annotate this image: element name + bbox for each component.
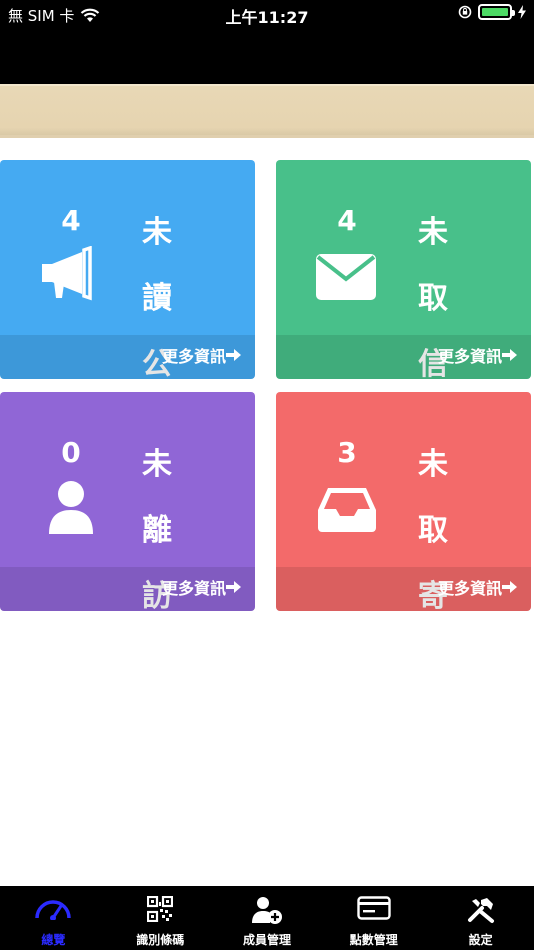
tab-points[interactable]: 點數管理 [320,886,427,950]
more-info-link[interactable]: 更多資訊 [276,567,531,611]
tab-bar: 總覽 識別條碼 成員管理 點數管理 設定 [0,886,534,950]
more-info-label: 更多資訊 [161,347,226,366]
tab-members[interactable]: 成員管理 [214,886,321,950]
credit-card-icon [357,896,391,920]
banner [0,84,534,138]
status-time: 上午11:27 [225,8,309,27]
card-count: 4 [337,204,357,237]
home-screen: 無 SIM 卡 上午11:27 4 未讀公 更多資訊 4 未取信 更多資訊 0 … [0,0,534,950]
more-info-label: 更多資訊 [437,579,502,598]
add-user-icon [251,897,282,924]
more-info-link[interactable]: 更多資訊 [276,335,531,379]
more-info-link[interactable]: 更多資訊 [0,335,255,379]
tab-label: 設定 [468,933,493,947]
status-bar: 無 SIM 卡 上午11:27 [0,0,534,28]
arrow-right-icon [502,581,517,593]
tab-label: 點數管理 [349,933,398,947]
megaphone-icon [42,246,92,301]
tools-icon [467,898,494,923]
tab-label: 成員管理 [242,933,291,947]
more-info-label: 更多資訊 [161,579,226,598]
status-right [458,4,526,20]
top-bar: 無 SIM 卡 上午11:27 [0,0,534,84]
tab-settings[interactable]: 設定 [427,886,534,950]
arrow-right-icon [226,581,241,593]
tab-label: 總覽 [41,933,66,947]
dashboard-gauge-icon [35,900,72,920]
battery-icon [478,4,515,20]
more-info-link[interactable]: 更多資訊 [0,567,255,611]
card-uncollected-letters[interactable]: 4 未取信件 更多資訊 [276,160,531,379]
charging-bolt-icon [518,5,526,19]
tab-label: 識別條碼 [136,933,185,947]
card-count: 0 [61,436,81,469]
inbox-tray-icon [318,488,376,532]
card-unleft-visitors[interactable]: 0 未離訪客 更多資訊 [0,392,255,611]
arrow-right-icon [502,349,517,361]
card-count: 4 [61,204,81,237]
more-info-label: 更多資訊 [437,347,502,366]
tab-barcode[interactable]: 識別條碼 [107,886,214,950]
card-uncollected-parcels[interactable]: 3 未取寄物 更多資訊 [276,392,531,611]
person-icon [49,481,93,534]
card-unread-announcements[interactable]: 4 未讀公告 更多資訊 [0,160,255,379]
card-count: 3 [337,436,357,469]
arrow-right-icon [226,349,241,361]
qr-code-icon [147,896,174,922]
envelope-icon [316,254,376,300]
tab-overview[interactable]: 總覽 [0,886,107,950]
orientation-lock-icon [458,5,472,19]
